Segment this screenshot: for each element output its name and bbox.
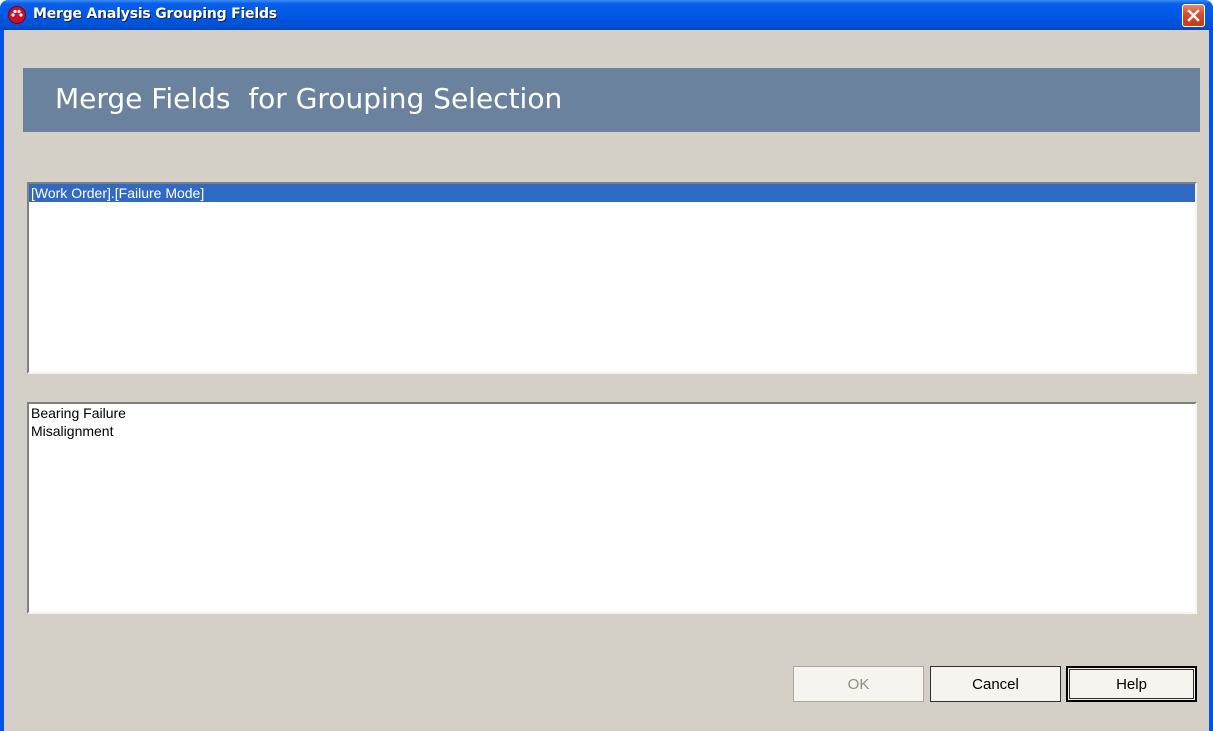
grouping-values-list[interactable]: Bearing Failure Misalignment: [27, 402, 1197, 614]
help-button[interactable]: Help: [1066, 666, 1197, 702]
ok-button[interactable]: OK: [793, 666, 924, 702]
list-item-work-order-failure-mode[interactable]: [Work Order].[Failure Mode]: [29, 184, 1195, 202]
cancel-button[interactable]: Cancel: [930, 666, 1061, 702]
header-band: Merge Fields for Grouping Selection: [23, 68, 1200, 132]
grouping-fields-list[interactable]: [Work Order].[Failure Mode]: [27, 182, 1197, 374]
dialog-window: Merge Analysis Grouping Fields Merge Fie…: [0, 0, 1213, 731]
header-title: Merge Fields for Grouping Selection: [55, 82, 563, 115]
dialog-body: Merge Fields for Grouping Selection [Wor…: [4, 30, 1209, 731]
list-item-misalignment[interactable]: Misalignment: [29, 422, 1195, 440]
close-button[interactable]: [1182, 4, 1205, 27]
window-title: Merge Analysis Grouping Fields: [33, 6, 277, 22]
close-x-icon: [1187, 9, 1200, 22]
list-item-bearing-failure[interactable]: Bearing Failure: [29, 404, 1195, 422]
app-logo-icon: [8, 6, 26, 24]
title-bar[interactable]: Merge Analysis Grouping Fields: [0, 0, 1213, 30]
